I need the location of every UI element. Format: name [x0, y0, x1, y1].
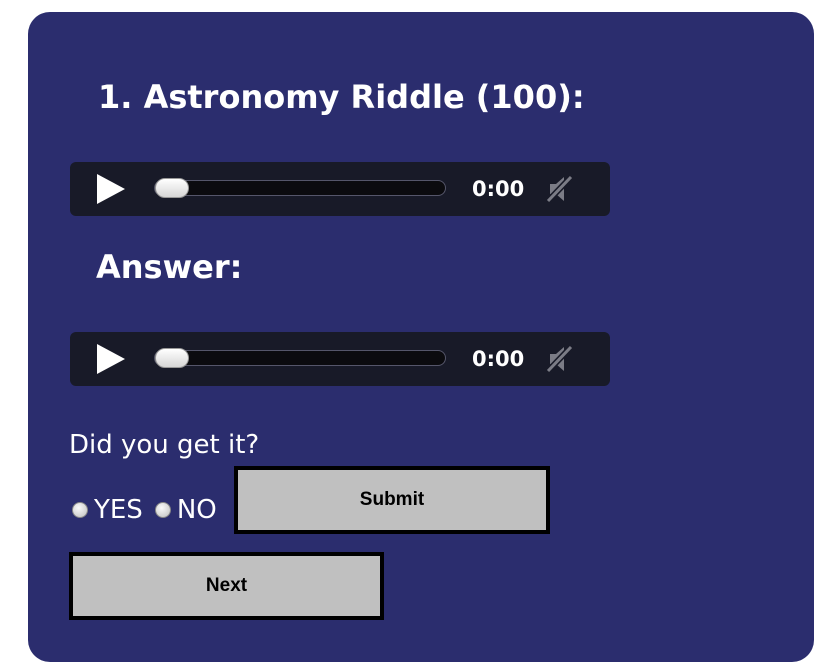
muted-speaker-icon: [545, 344, 574, 374]
answer-audio-player: 0:00: [70, 332, 610, 386]
next-button[interactable]: Next: [69, 552, 384, 620]
time-display: 0:00: [472, 177, 525, 201]
play-icon: [97, 344, 125, 374]
play-button[interactable]: [92, 342, 128, 376]
question-text: Did you get it?: [69, 430, 260, 460]
yes-radio[interactable]: [72, 502, 88, 518]
submit-button[interactable]: Submit: [234, 466, 550, 534]
mute-button[interactable]: [544, 343, 576, 375]
answer-heading: Answer:: [96, 248, 243, 286]
seek-bar[interactable]: [154, 348, 446, 368]
riddle-audio-player: 0:00: [70, 162, 610, 216]
muted-speaker-icon: [545, 174, 574, 204]
answer-options: YES NO: [72, 492, 229, 528]
play-icon: [97, 174, 125, 204]
seek-thumb[interactable]: [155, 348, 189, 368]
no-label: NO: [176, 495, 217, 525]
mute-button[interactable]: [544, 173, 576, 205]
riddle-title: 1. Astronomy Riddle (100):: [98, 78, 585, 116]
seek-bar[interactable]: [154, 178, 446, 198]
yes-label: YES: [94, 495, 143, 525]
time-display: 0:00: [472, 347, 525, 371]
no-radio[interactable]: [154, 502, 171, 518]
seek-thumb[interactable]: [155, 178, 189, 198]
play-button[interactable]: [92, 172, 128, 206]
quiz-panel: 1. Astronomy Riddle (100): 0:00 Answer:: [28, 12, 814, 662]
